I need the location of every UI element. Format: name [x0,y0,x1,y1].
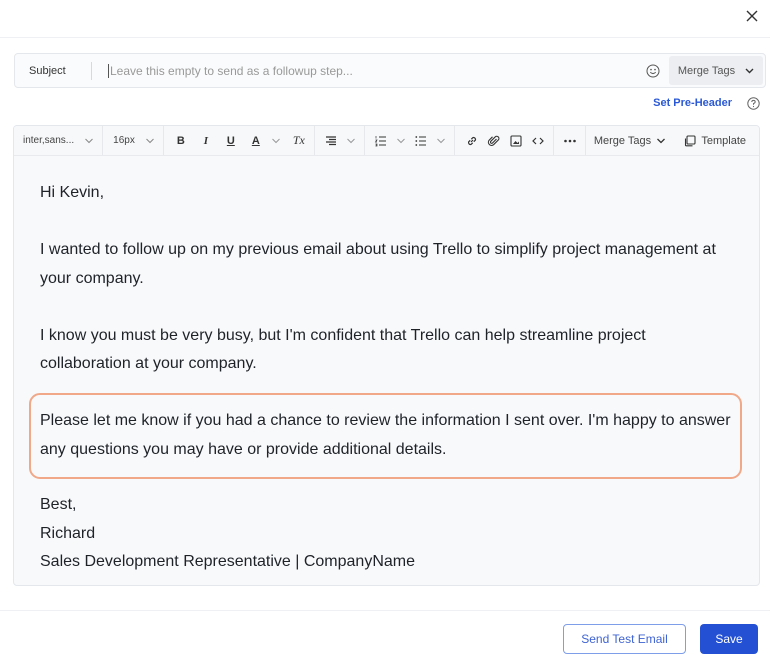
signature-closing: Best, [40,491,733,520]
smiley-icon [646,64,660,78]
more-group [554,126,586,155]
email-body[interactable]: Hi Kevin, I wanted to follow up on my pr… [14,156,759,577]
subject-input[interactable] [108,64,643,78]
set-preheader-link[interactable]: Set Pre-Header [653,97,732,109]
subject-separator [91,62,92,80]
font-size-value: 16px [113,135,135,146]
bullet-list-dropdown[interactable] [414,131,446,151]
save-button[interactable]: Save [700,624,758,654]
bold-button[interactable]: B [174,134,188,148]
close-button[interactable] [740,4,764,28]
text-color-icon: A [249,134,263,148]
font-size-group: 16px [103,126,164,155]
editor-merge-tags-dropdown[interactable]: Merge Tags [594,131,666,151]
code-icon[interactable] [531,134,545,148]
footer-divider [0,610,770,611]
signature-title: Sales Development Representative | Compa… [40,548,733,577]
text-format-group: B I U A Tx [164,126,315,155]
font-size-dropdown[interactable]: 16px [113,131,155,151]
chevron-down-icon [656,136,666,146]
link-icon[interactable] [465,134,479,148]
preheader-row: Set Pre-Header [653,96,760,110]
signature-name: Richard [40,520,733,549]
send-test-email-button[interactable]: Send Test Email [563,624,686,654]
help-button[interactable] [746,96,760,110]
emoji-button[interactable] [643,61,663,81]
align-group [315,126,365,155]
align-right-icon [324,134,338,148]
close-icon [746,10,758,22]
subject-label: Subject [15,65,91,77]
font-family-value: inter,sans... [23,135,74,146]
attachment-icon[interactable] [487,134,501,148]
chevron-down-icon [745,68,754,74]
insert-group [455,126,554,155]
chevron-down-icon [145,136,155,146]
subject-merge-tags-dropdown[interactable]: Merge Tags [669,56,763,85]
template-button[interactable]: Template [683,131,746,151]
text-color-dropdown[interactable]: A [249,131,281,151]
more-options-icon[interactable] [563,134,577,148]
email-editor: inter,sans... 16px B I U A Tx [13,125,760,586]
editor-merge-tags-label: Merge Tags [594,135,651,147]
chevron-down-icon [346,136,356,146]
header-divider [0,37,770,38]
chevron-down-icon [271,136,281,146]
clear-format-button[interactable]: Tx [292,134,306,148]
bullet-list-icon [414,134,428,148]
align-dropdown[interactable] [324,131,356,151]
template-label: Template [701,135,746,147]
ordered-list-dropdown[interactable] [374,131,406,151]
greeting: Hi Kevin, [40,179,733,208]
chevron-down-icon [396,136,406,146]
ordered-list-icon [374,134,388,148]
image-icon[interactable] [509,134,523,148]
editor-toolbar: inter,sans... 16px B I U A Tx [14,126,759,156]
copy-template-icon [683,134,697,148]
question-circle-icon [747,97,760,110]
font-family-group: inter,sans... [14,126,103,155]
underline-button[interactable]: U [224,134,238,148]
body-paragraph: I know you must be very busy, but I'm co… [40,322,733,379]
subject-row: Subject Merge Tags [14,53,766,88]
italic-button[interactable]: I [199,134,213,148]
chevron-down-icon [436,136,446,146]
chevron-down-icon [84,136,94,146]
footer-actions: Send Test Email Save [563,624,758,654]
merge-tags-group: Merge Tags [586,126,672,155]
body-paragraph: I wanted to follow up on my previous ema… [40,236,733,293]
merge-tags-label: Merge Tags [678,65,735,77]
list-group [365,126,455,155]
font-family-dropdown[interactable]: inter,sans... [23,131,94,151]
body-paragraph-highlighted: Please let me know if you had a chance t… [40,407,733,464]
